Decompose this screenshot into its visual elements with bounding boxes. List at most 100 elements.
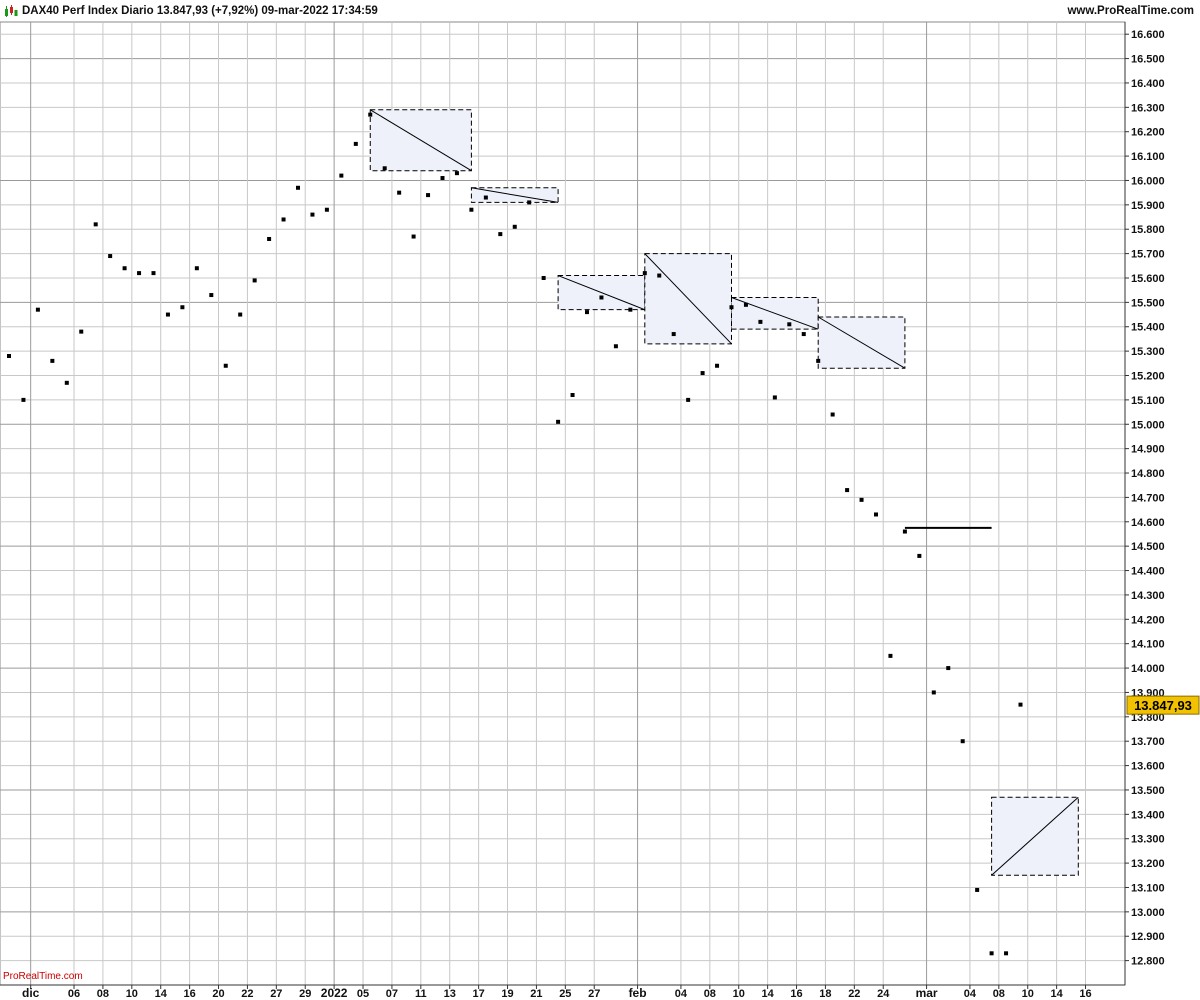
y-tick-label: 15.600 [1131,273,1165,285]
x-tick-label: 05 [357,988,369,1000]
data-point [975,887,980,892]
data-point [35,307,40,312]
y-tick-label: 13.200 [1131,858,1165,870]
x-tick-label: 16 [790,988,802,1000]
x-tick-label: 29 [299,988,311,1000]
y-tick-label: 15.200 [1131,371,1165,383]
x-tick-label: 10 [126,988,138,1000]
data-point [816,358,821,363]
y-tick-label: 14.000 [1131,663,1165,675]
data-point [209,293,214,298]
data-point [700,371,705,376]
y-tick-label: 15.300 [1131,346,1165,358]
x-tick-label: 27 [588,988,600,1000]
y-tick-label: 14.400 [1131,566,1165,578]
x-tick-label: mar [916,986,938,1000]
data-point [50,358,55,363]
data-point [339,173,344,178]
data-point [599,295,604,300]
data-point [541,275,546,280]
data-point [830,412,835,417]
data-point [859,497,864,502]
y-tick-label: 14.200 [1131,614,1165,626]
x-tick-label: 2022 [321,986,348,1000]
data-point [613,344,618,349]
x-tick-label: 22 [241,988,253,1000]
data-point [397,190,402,195]
data-point [657,273,662,278]
grid-lines [0,21,1126,986]
y-tick-label: 13.400 [1131,809,1165,821]
x-tick-label: dic [22,986,40,1000]
y-tick-label: 16.200 [1131,127,1165,139]
x-tick-label: 04 [964,988,977,1000]
data-point [324,207,329,212]
data-point [21,397,26,402]
data-point [628,307,633,312]
y-tick-label: 15.700 [1131,249,1165,261]
data-point [585,310,589,315]
data-point [671,332,676,337]
data-point [223,363,228,368]
data-point [296,185,300,190]
data-point [556,419,561,424]
x-tick-label: 19 [501,988,513,1000]
data-point [946,666,951,671]
last-price-label: 13.847,93 [1134,698,1192,713]
y-tick-label: 15.400 [1131,322,1165,334]
plot-frame [0,21,1126,986]
data-point [483,195,488,200]
x-tick-label: 27 [270,988,282,1000]
x-tick-label: 25 [559,988,571,1000]
data-point [498,232,503,237]
x-tick-label: 08 [97,988,109,1000]
y-tick-label: 15.900 [1131,200,1165,212]
data-point [960,739,965,744]
data-point [267,236,272,241]
data-point [772,395,777,400]
x-tick-label: 14 [1051,988,1064,1000]
data-point [151,271,156,276]
data-point [917,553,922,558]
data-point [527,200,532,205]
y-tick-label: 16.100 [1131,151,1165,163]
y-tick-label: 14.300 [1131,590,1165,602]
y-tick-label: 13.500 [1131,785,1165,797]
data-point [729,305,734,310]
data-point [180,305,185,310]
x-tick-label: 08 [993,988,1005,1000]
x-tick-label: feb [629,986,647,1000]
x-tick-label: 17 [473,988,485,1000]
data-point [353,141,358,146]
data-point [989,951,994,956]
y-tick-label: 15.000 [1131,419,1165,431]
data-point [1004,951,1009,956]
data-point [845,488,850,493]
data-point [368,112,373,117]
y-tick-label: 14.700 [1131,492,1165,504]
y-tick-label: 12.900 [1131,931,1165,943]
data-point [411,234,416,239]
x-tick-label: 11 [415,988,427,1000]
x-tick-label: 16 [184,988,196,1000]
data-point [64,380,69,385]
x-tick-label: 16 [1079,988,1091,1000]
x-tick-label: 24 [877,988,890,1000]
y-tick-label: 16.600 [1131,29,1165,41]
data-point [194,266,199,271]
x-tick-label: 06 [68,988,80,1000]
data-point [686,397,691,402]
y-axis: 16.600 16.500 16.400 16.300 16.200 16.100 16.0… [1124,22,1200,985]
x-tick-label: 18 [819,988,831,1000]
data-point [93,222,98,227]
data-point [252,278,257,283]
y-tick-label: 15.800 [1131,224,1165,236]
data-point [642,271,647,276]
y-tick-label: 12.800 [1131,956,1165,968]
data-point [108,254,113,259]
y-tick-label: 16.000 [1131,175,1165,187]
y-tick-label: 14.900 [1131,444,1165,456]
data-point [570,393,575,398]
y-tick-label: 16.300 [1131,102,1165,114]
data-point [165,312,170,317]
